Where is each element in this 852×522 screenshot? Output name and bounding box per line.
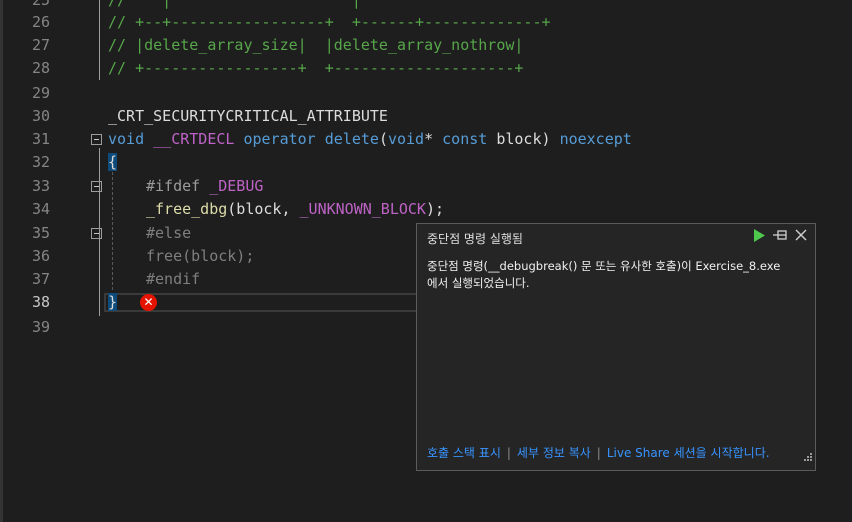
link-separator: | bbox=[506, 445, 511, 460]
code-line: 28 // +-----------------+ +-------------… bbox=[0, 57, 852, 80]
popup-links: 호출 스택 표시 | 세부 정보 복사 | Live Share 세션을 시작합… bbox=[427, 444, 770, 461]
breakpoint-error-icon[interactable]: ✕ bbox=[140, 294, 157, 311]
exception-popup: 중단점 명령 실행됨 중단점 명령(__debugbreak() 문 또는 유사… bbox=[416, 223, 816, 471]
line-number: 33 bbox=[31, 177, 50, 195]
code-text: #endif bbox=[146, 270, 201, 288]
code-line: 34 _free_dbg(block, _UNKNOWN_BLOCK); bbox=[0, 198, 852, 221]
link-separator: | bbox=[596, 445, 601, 460]
copy-details-link[interactable]: 세부 정보 복사 bbox=[517, 444, 591, 461]
continue-icon[interactable] bbox=[751, 227, 767, 243]
fold-toggle-icon[interactable] bbox=[91, 228, 102, 239]
line-number: 39 bbox=[31, 318, 50, 336]
code-text: } bbox=[108, 291, 118, 314]
line-number: 32 bbox=[31, 153, 50, 171]
code-text: #else bbox=[146, 224, 192, 242]
line-number: 38 bbox=[31, 293, 50, 311]
code-text: _CRT_SECURITYCRITICAL_ATTRIBUTE bbox=[108, 107, 388, 125]
code-line: 30 _CRT_SECURITYCRITICAL_ATTRIBUTE bbox=[0, 105, 852, 128]
code-line: 27 // |delete_array_size| |delete_array_… bbox=[0, 34, 852, 57]
popup-toolbar bbox=[751, 227, 809, 243]
code-text: free(block); bbox=[146, 247, 255, 265]
fold-toggle-icon[interactable] bbox=[91, 134, 102, 145]
code-text: void __CRTDECL operator delete(void* con… bbox=[108, 130, 632, 148]
close-icon[interactable] bbox=[793, 227, 809, 243]
matching-brace: { bbox=[108, 153, 118, 171]
code-line: 33 #ifdef _DEBUG bbox=[0, 175, 852, 198]
popup-message-line: 중단점 명령(__debugbreak() 문 또는 유사한 호출)이 Exer… bbox=[427, 259, 781, 273]
code-text: { bbox=[108, 151, 118, 174]
code-text: // +--+-----------------+ +------+------… bbox=[108, 13, 551, 31]
live-share-link[interactable]: Live Share 세션을 시작합니다. bbox=[607, 444, 770, 461]
code-text: _free_dbg(block, _UNKNOWN_BLOCK); bbox=[146, 200, 445, 218]
line-number: 34 bbox=[31, 200, 50, 218]
line-number: 30 bbox=[31, 107, 50, 125]
popup-message-line: 에서 실행되었습니다. bbox=[427, 276, 530, 290]
popup-title: 중단점 명령 실행됨 bbox=[427, 232, 523, 246]
code-line: 29 bbox=[0, 82, 852, 105]
popup-message: 중단점 명령(__debugbreak() 문 또는 유사한 호출)이 Exer… bbox=[427, 258, 803, 292]
line-number: 28 bbox=[31, 59, 50, 77]
matching-brace: } bbox=[108, 293, 118, 311]
show-call-stack-link[interactable]: 호출 스택 표시 bbox=[427, 444, 501, 461]
fold-toggle-icon[interactable] bbox=[91, 181, 102, 192]
line-number: 31 bbox=[31, 130, 50, 148]
code-line: 26 // +--+-----------------+ +------+---… bbox=[0, 11, 852, 34]
line-number: 27 bbox=[31, 36, 50, 54]
line-number: 26 bbox=[31, 13, 50, 31]
pin-icon[interactable] bbox=[772, 227, 788, 243]
code-text: // +-----------------+ +----------------… bbox=[108, 59, 524, 77]
line-number: 35 bbox=[31, 224, 50, 242]
code-text: #ifdef _DEBUG bbox=[146, 177, 264, 195]
line-number: 29 bbox=[31, 84, 50, 102]
code-line: 31 void __CRTDECL operator delete(void* … bbox=[0, 128, 852, 151]
resize-grip-icon[interactable] bbox=[802, 448, 812, 467]
code-text: // |delete_array_size| |delete_array_not… bbox=[108, 36, 524, 54]
line-number: 37 bbox=[31, 270, 50, 288]
line-number: 36 bbox=[31, 247, 50, 265]
code-line: 32 { bbox=[0, 151, 852, 174]
